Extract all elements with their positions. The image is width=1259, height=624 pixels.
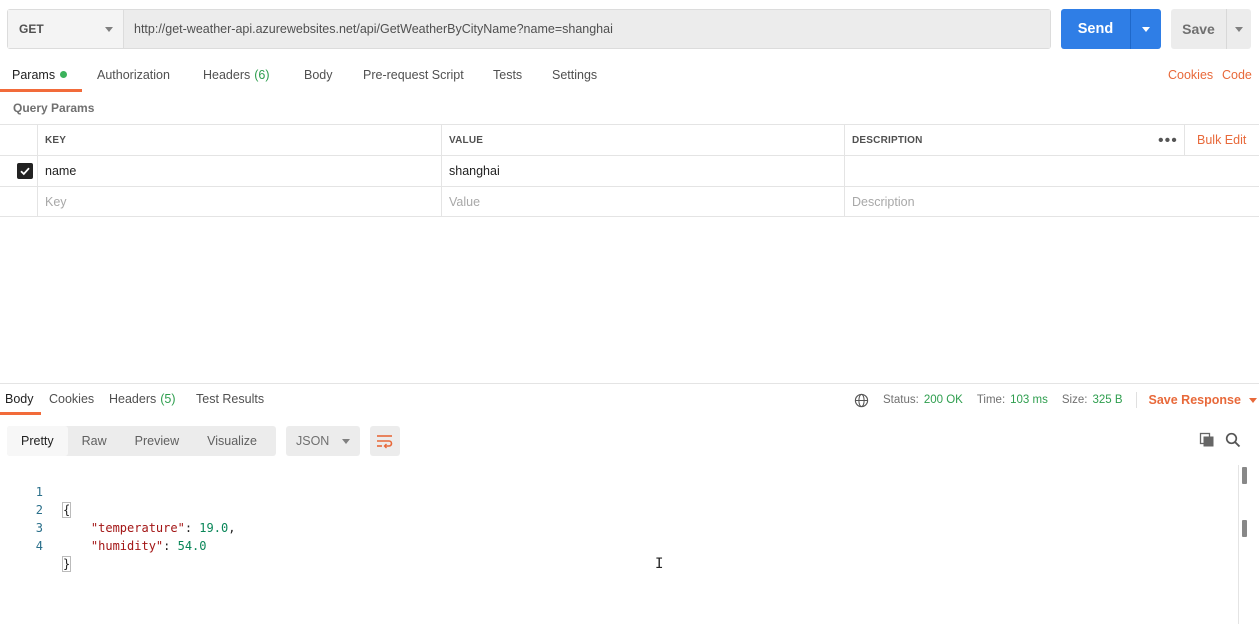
code-text: } [62, 555, 72, 573]
param-key-cell[interactable]: name [37, 156, 441, 186]
tab-tests[interactable]: Tests [493, 60, 522, 92]
scrollbar-marker[interactable] [1242, 467, 1247, 484]
response-meta: Status: 200 OK Time: 103 ms Size: 325 B … [854, 392, 1257, 408]
tab-body[interactable]: Body [304, 60, 333, 92]
new-value-input[interactable]: Value [441, 187, 844, 216]
param-description-cell[interactable] [844, 156, 1259, 186]
format-pretty[interactable]: Pretty [7, 426, 68, 456]
size-label: Size: [1061, 394, 1088, 406]
json-key: "temperature" [90, 521, 185, 535]
response-tab-headers-count: (5) [160, 392, 176, 406]
save-response-label: Save Response [1148, 393, 1241, 407]
column-header-value: VALUE [441, 125, 844, 155]
tab-params-label: Params [12, 68, 56, 82]
text-cursor-icon: I [655, 556, 664, 572]
url-input[interactable]: http://get-weather-api.azurewebsites.net… [124, 10, 1050, 48]
bulk-edit-link[interactable]: Bulk Edit [1184, 125, 1259, 155]
open-brace: { [62, 502, 72, 518]
send-button-group: Send [1061, 9, 1161, 49]
response-divider[interactable] [0, 383, 1259, 384]
param-enabled-checkbox[interactable] [17, 163, 33, 179]
tab-params[interactable]: Params [0, 60, 82, 92]
active-dot-icon [60, 71, 68, 78]
tab-headers[interactable]: Headers (6) [203, 60, 270, 92]
size-value[interactable]: 325 B [1092, 394, 1122, 406]
chevron-down-icon [1248, 397, 1257, 403]
save-options-button[interactable] [1227, 9, 1251, 49]
time-value[interactable]: 103 ms [1010, 394, 1048, 406]
code-line: 1 { [0, 465, 72, 518]
chevron-down-icon [105, 26, 113, 32]
response-tab-cookies[interactable]: Cookies [49, 385, 94, 415]
close-brace: } [62, 556, 72, 572]
response-tab-headers-label: Headers [109, 392, 157, 406]
response-tab-headers[interactable]: Headers (5) [109, 385, 176, 415]
code-line: 3 "humidity": 54.0 [0, 501, 207, 553]
request-bar: GET http://get-weather-api.azurewebsites… [7, 9, 1051, 49]
code-text: "temperature": 19.0, [90, 521, 236, 535]
tab-pre-request-script[interactable]: Pre-request Script [363, 60, 464, 92]
table-row-new: Key Value Description [0, 186, 1259, 217]
method-select[interactable]: GET [8, 10, 124, 48]
code-text: "humidity": 54.0 [90, 539, 207, 553]
code-line: 2 "temperature": 19.0, [0, 483, 236, 535]
format-visualize[interactable]: Visualize [193, 426, 271, 456]
format-raw[interactable]: Raw [68, 426, 121, 456]
response-body-viewer[interactable]: 1 { 2 "temperature": 19.0, 3 "humidity":… [0, 465, 236, 572]
time-label: Time: [976, 394, 1006, 406]
tab-settings[interactable]: Settings [552, 60, 597, 92]
request-tabs: Params Authorization Headers (6) Body Pre… [0, 60, 1259, 92]
new-description-input[interactable]: Description [844, 187, 1259, 216]
table-row: name shanghai [0, 155, 1259, 186]
separator [1135, 392, 1137, 408]
check-icon [20, 167, 30, 176]
column-header-description: DESCRIPTION [844, 125, 1149, 155]
query-params-table: KEY VALUE DESCRIPTION ••• Bulk Edit name… [0, 124, 1259, 217]
line-number: 4 [35, 539, 43, 553]
table-header-row: KEY VALUE DESCRIPTION ••• Bulk Edit [0, 124, 1259, 155]
json-trailing: , [228, 521, 236, 535]
search-icon[interactable] [1223, 430, 1243, 450]
save-response-button[interactable]: Save Response [1149, 393, 1257, 407]
wrap-lines-icon [377, 435, 393, 449]
cookies-link[interactable]: Cookies [1168, 60, 1213, 91]
response-tab-body[interactable]: Body [0, 385, 41, 415]
json-value: 19.0 [199, 521, 229, 535]
save-button-group: Save [1171, 9, 1251, 49]
code-text: { [62, 501, 72, 519]
wrap-lines-button[interactable] [370, 426, 400, 456]
status-value[interactable]: 200 OK [924, 394, 963, 406]
json-key: "humidity" [90, 539, 164, 553]
chevron-down-icon [1142, 26, 1150, 32]
tab-headers-count: (6) [254, 68, 270, 82]
format-tabs: Pretty Raw Preview Visualize [7, 426, 276, 456]
copy-icon[interactable] [1197, 430, 1217, 450]
save-button[interactable]: Save [1171, 9, 1227, 49]
scrollbar-marker[interactable] [1242, 520, 1247, 537]
scrollbar-track[interactable] [1238, 465, 1239, 624]
send-options-button[interactable] [1131, 9, 1161, 49]
status-label: Status: [883, 394, 919, 406]
query-params-title: Query Params [13, 101, 95, 115]
code-line: 4 } [0, 519, 72, 572]
format-preview[interactable]: Preview [121, 426, 193, 456]
tab-headers-label: Headers [203, 68, 251, 82]
response-tab-test-results[interactable]: Test Results [196, 385, 264, 415]
code-link[interactable]: Code [1222, 60, 1252, 91]
language-label: JSON [296, 434, 330, 448]
more-options-icon[interactable]: ••• [1158, 125, 1178, 156]
column-header-key: KEY [37, 125, 441, 155]
send-button[interactable]: Send [1061, 9, 1131, 49]
json-value: 54.0 [177, 539, 207, 553]
tab-authorization[interactable]: Authorization [97, 60, 170, 92]
param-value-cell[interactable]: shanghai [441, 156, 844, 186]
globe-icon[interactable] [854, 393, 869, 408]
chevron-down-icon [342, 438, 350, 444]
language-select[interactable]: JSON [286, 426, 360, 456]
chevron-down-icon [1235, 26, 1243, 32]
method-label: GET [19, 22, 44, 36]
new-key-input[interactable]: Key [37, 187, 441, 216]
